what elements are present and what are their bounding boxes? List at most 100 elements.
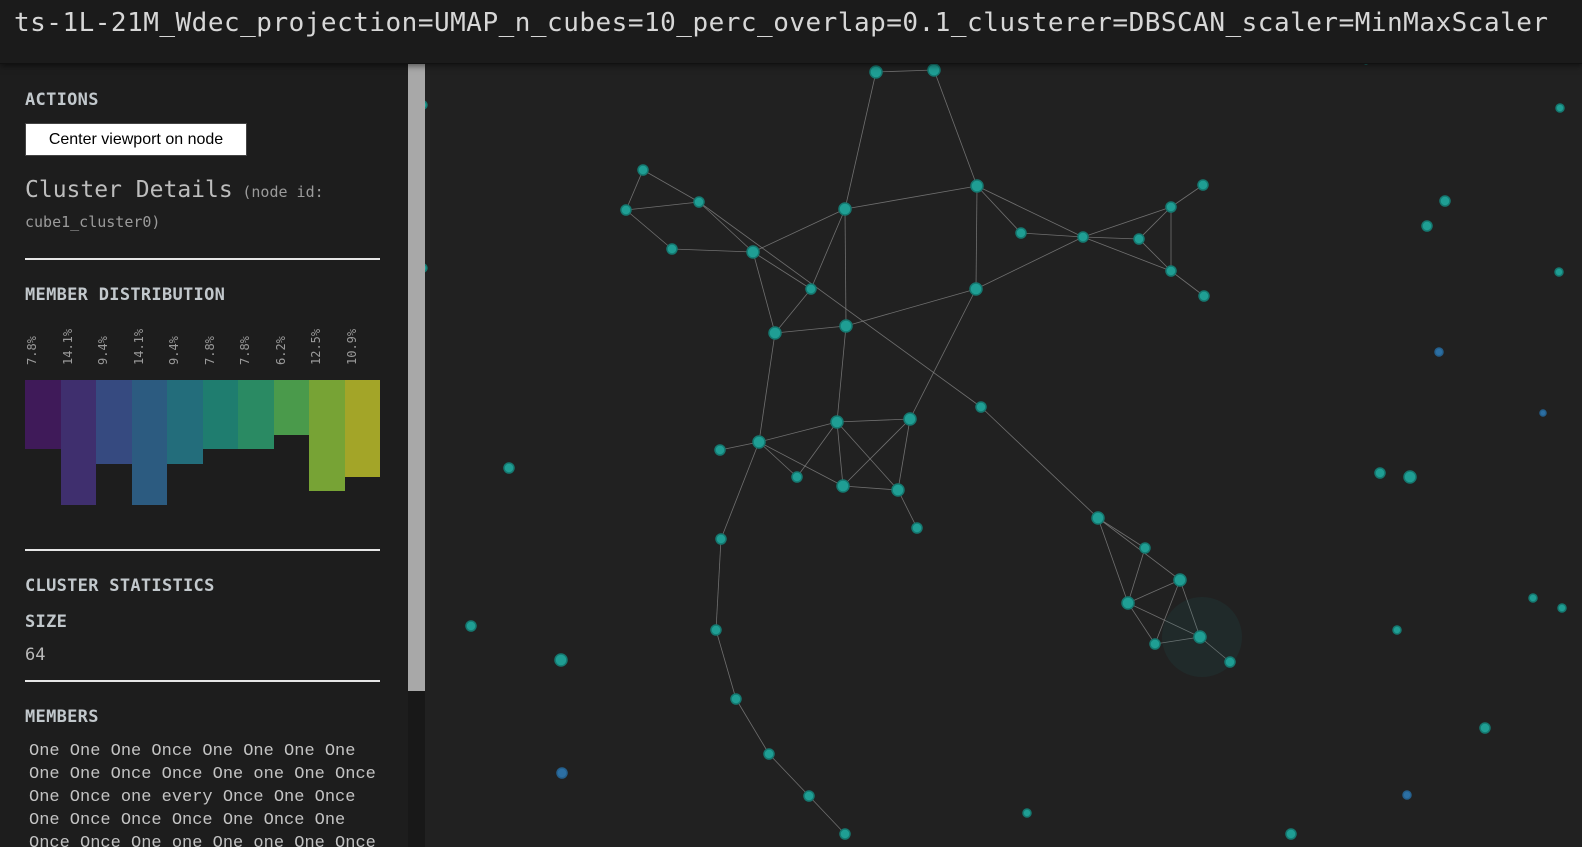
graph-node[interactable] [1479, 722, 1491, 734]
graph-node[interactable] [927, 63, 941, 77]
graph-edge [1097, 517, 1181, 581]
graph-edge [808, 795, 846, 835]
distribution-percent-label: 7.8% [25, 321, 60, 365]
graph-node[interactable] [1022, 808, 1032, 818]
graph-node[interactable] [1374, 467, 1386, 479]
graph-edge [796, 421, 838, 478]
sidebar-scrollbar[interactable] [408, 63, 425, 847]
graph-node[interactable] [763, 748, 775, 760]
graph-node[interactable] [1421, 220, 1433, 232]
graph-edge [752, 208, 846, 253]
graph-node[interactable] [768, 326, 782, 340]
graph-node[interactable] [1193, 630, 1207, 644]
graph-node[interactable] [1198, 290, 1210, 302]
graph-edge [975, 236, 1084, 290]
graph-edge [720, 441, 760, 540]
graph-node[interactable] [503, 462, 515, 474]
graph-node[interactable] [1165, 201, 1177, 213]
graph-edge [1127, 547, 1146, 604]
graph-edge [758, 421, 838, 443]
graph-node[interactable] [1439, 195, 1451, 207]
divider [25, 680, 380, 682]
graph-node[interactable] [710, 624, 722, 636]
cluster-graph[interactable] [425, 63, 1582, 847]
graph-edge [625, 209, 673, 250]
graph-edge [1082, 206, 1172, 238]
graph-node[interactable] [425, 100, 428, 110]
graph-node[interactable] [1077, 231, 1089, 243]
graph-node[interactable] [715, 533, 727, 545]
graph-node[interactable] [970, 179, 984, 193]
graph-node[interactable] [836, 479, 850, 493]
graph-node[interactable] [805, 283, 817, 295]
members-heading: MEMBERS [25, 707, 99, 727]
graph-node[interactable] [1015, 227, 1027, 239]
graph-node[interactable] [1557, 603, 1567, 613]
graph-node[interactable] [969, 282, 983, 296]
distribution-percent-label: 6.2% [274, 321, 309, 365]
graph-node[interactable] [425, 263, 428, 273]
graph-node[interactable] [746, 245, 760, 259]
graph-node[interactable] [1165, 265, 1177, 277]
distribution-bar [273, 380, 309, 436]
graph-node[interactable] [911, 522, 923, 534]
top-bar: ts-1L-21M_Wdec_projection=UMAP_n_cubes=1… [0, 0, 1582, 64]
graph-node[interactable] [1149, 638, 1161, 650]
graph-node[interactable] [637, 164, 649, 176]
graph-node[interactable] [1402, 790, 1412, 800]
members-list: One One One Once One One One One One One… [29, 742, 376, 847]
percent-label-text: 14.1% [131, 328, 146, 365]
graph-edge [875, 69, 935, 73]
graph-edge [1082, 236, 1172, 272]
distribution-bar [96, 380, 132, 464]
sidebar: ACTIONS Center viewport on node Cluster … [0, 63, 408, 847]
graph-node[interactable] [752, 435, 766, 449]
graph-node[interactable] [1133, 233, 1145, 245]
graph-node[interactable] [730, 693, 742, 705]
graph-node[interactable] [839, 319, 853, 333]
graph-node[interactable] [903, 412, 917, 426]
scrollbar-thumb[interactable] [408, 63, 425, 691]
graph-node[interactable] [839, 828, 851, 840]
graph-node[interactable] [1285, 828, 1297, 840]
graph-edge [836, 421, 844, 487]
distribution-percent-label: 14.1% [132, 321, 167, 365]
cluster-details: Cluster Details (node id: cube1_cluster0… [25, 175, 383, 237]
graph-node[interactable] [1392, 625, 1402, 635]
graph-node[interactable] [1139, 542, 1151, 554]
graph-node[interactable] [693, 196, 705, 208]
graph-node[interactable] [554, 653, 568, 667]
distribution-bar [309, 380, 345, 492]
graph-node[interactable] [869, 65, 883, 79]
graph-edge [1138, 238, 1172, 272]
graph-node[interactable] [891, 483, 905, 497]
graph-node[interactable] [620, 204, 632, 216]
graph-node[interactable] [1434, 347, 1444, 357]
graph-node[interactable] [465, 620, 477, 632]
graph-node[interactable] [714, 444, 726, 456]
graph-node[interactable] [1528, 593, 1538, 603]
graph-edge [715, 629, 737, 700]
graph-edge [842, 485, 899, 491]
graph-edge [698, 201, 982, 408]
graph-node[interactable] [803, 790, 815, 802]
graph-node[interactable] [975, 401, 987, 413]
graph-node[interactable] [1224, 656, 1236, 668]
graph-node[interactable] [1403, 470, 1417, 484]
graph-node[interactable] [791, 471, 803, 483]
graph-node[interactable] [1554, 267, 1564, 277]
graph-node[interactable] [1555, 103, 1565, 113]
graph-node[interactable] [1091, 511, 1105, 525]
graph-node[interactable] [666, 243, 678, 255]
distribution-bar [344, 380, 380, 477]
center-viewport-button[interactable]: Center viewport on node [25, 123, 247, 156]
graph-node[interactable] [830, 415, 844, 429]
graph-node[interactable] [1197, 179, 1209, 191]
graph-edge [774, 288, 812, 334]
size-value: 64 [25, 645, 46, 665]
graph-node[interactable] [556, 767, 568, 779]
graph-node[interactable] [1121, 596, 1135, 610]
graph-node[interactable] [838, 202, 852, 216]
graph-node[interactable] [1539, 409, 1547, 417]
graph-node[interactable] [1173, 573, 1187, 587]
